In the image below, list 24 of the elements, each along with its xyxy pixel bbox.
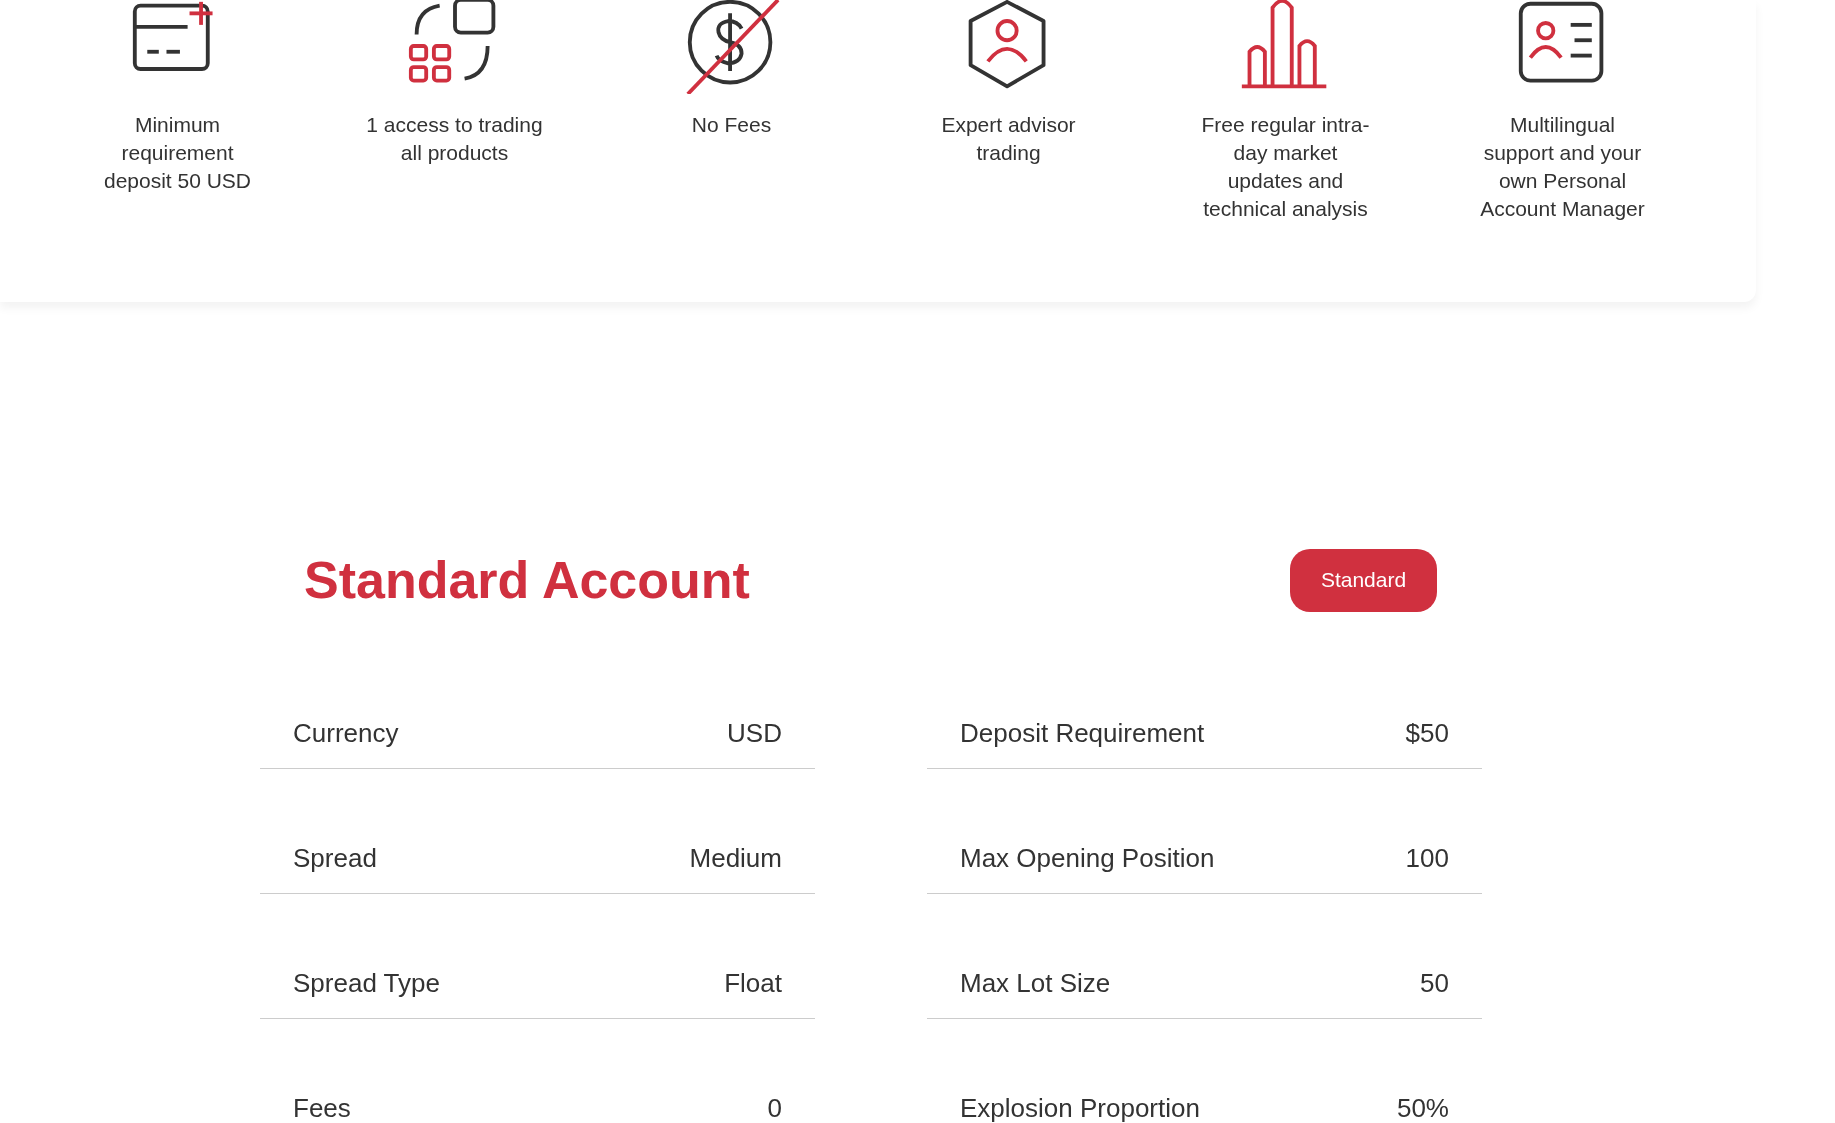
feature-text: No Fees [690, 112, 773, 138]
spec-value: USD [727, 718, 782, 748]
feature-text: Minimum requirement deposit 50 USD [102, 112, 253, 194]
spec-label: Deposit Requirement [960, 718, 1205, 748]
spec-label: Fees [293, 1093, 351, 1123]
spec-value: Float [724, 968, 782, 998]
spec-value: 50% [1396, 1093, 1449, 1123]
feature-text: 1 access to trading all products [365, 112, 544, 166]
spec-value: 100 [1405, 843, 1449, 873]
spec-value: 0 [767, 1093, 782, 1123]
spec-value: Medium [689, 843, 782, 873]
standard-button[interactable]: Standard [1290, 548, 1437, 612]
feature-text: Multilingual support and your own Personal Account Manager [1479, 112, 1646, 222]
spec-value: $50 [1405, 718, 1449, 748]
spec-value: 50 [1420, 968, 1449, 998]
spec-label: Explosion Proportion [960, 1093, 1200, 1123]
feature-text: Free regular intra-day market updates and technical analysis [1200, 112, 1371, 222]
spec-label: Spread Type [293, 968, 440, 998]
spec-label: Currency [293, 718, 399, 748]
spec-label: Max Lot Size [960, 968, 1111, 998]
account-title: Standard Account [304, 550, 750, 610]
spec-label: Max Opening Position [960, 843, 1215, 873]
feature-text: Expert advisor trading [940, 112, 1077, 166]
spec-label: Spread [293, 843, 377, 873]
